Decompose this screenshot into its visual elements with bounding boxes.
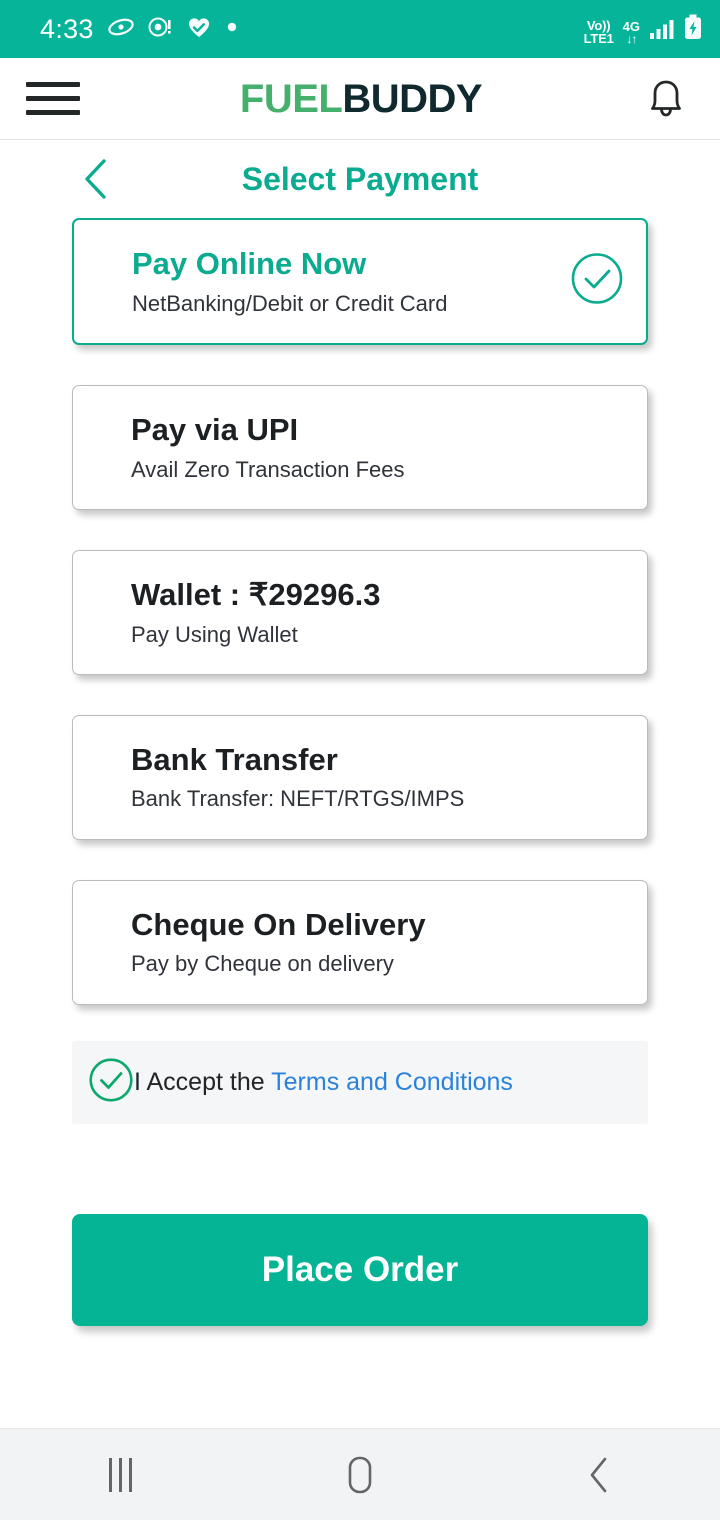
status-clock: 4:33	[40, 13, 94, 44]
network-label: 4G	[622, 18, 640, 34]
volte-top-label: Vo))	[586, 17, 611, 33]
recents-bars	[108, 1457, 132, 1492]
recents-bar	[128, 1457, 132, 1492]
payment-option-cheque-on-delivery[interactable]: Cheque On Delivery Pay by Cheque on deli…	[72, 879, 648, 1005]
status-bar-right: Vo)) LTE1 4G ↓↑	[584, 14, 702, 45]
payment-option-subtitle: Avail Zero Transaction Fees	[131, 456, 405, 482]
hamburger-icon[interactable]	[26, 77, 82, 121]
hamburger-bar	[26, 82, 80, 87]
logo-el: EL	[292, 76, 343, 121]
battery-charging-icon	[684, 14, 702, 45]
terms-accept-label: I Accept the	[134, 1068, 272, 1097]
back-chevron-icon[interactable]	[540, 1429, 660, 1520]
terms-and-conditions-link[interactable]: Terms and Conditions	[271, 1068, 513, 1096]
hamburger-bar	[26, 110, 80, 115]
logo-u-with-drop: U	[264, 77, 293, 119]
chevron-left-icon[interactable]	[72, 155, 120, 203]
payment-option-bank-transfer[interactable]: Bank Transfer Bank Transfer: NEFT/RTGS/I…	[72, 714, 648, 840]
payment-option-wallet[interactable]: Wallet : ₹29296.3 Pay Using Wallet	[72, 549, 648, 675]
recents-bar	[118, 1457, 122, 1492]
logo-buddy: BUDDY	[342, 76, 483, 121]
app-logo: F U EL BUDDY	[239, 76, 483, 121]
circle-check-icon	[570, 252, 624, 311]
home-icon[interactable]	[300, 1429, 420, 1520]
place-order-section: Place Order	[72, 1170, 648, 1326]
network-type-indicator: 4G ↓↑	[623, 20, 640, 45]
eye-icon	[108, 17, 134, 42]
app-header: F U EL BUDDY	[0, 58, 720, 140]
payment-option-title: Pay Online Now	[132, 246, 367, 281]
terms-checkbox-circle-check-icon[interactable]	[88, 1057, 134, 1108]
payment-option-pay-online-now[interactable]: Pay Online Now NetBanking/Debit or Credi…	[72, 218, 648, 345]
payment-option-title: Wallet : ₹29296.3	[131, 576, 381, 612]
payment-option-title: Cheque On Delivery	[131, 906, 426, 942]
bell-icon[interactable]	[640, 73, 692, 125]
logo-f: F	[239, 76, 264, 121]
hamburger-bar	[26, 96, 80, 101]
fuel-drop-icon	[271, 77, 285, 117]
recents-icon[interactable]	[60, 1429, 180, 1520]
payment-methods-list: Pay Online Now NetBanking/Debit or Credi…	[0, 218, 720, 1326]
terms-acceptance-row[interactable]: I Accept the Terms and Conditions	[72, 1040, 648, 1124]
place-order-button[interactable]: Place Order	[72, 1213, 648, 1326]
page-title-row: Select Payment	[0, 140, 720, 218]
terms-text: I Accept the Terms and Conditions	[134, 1067, 513, 1097]
status-bar-left: 4:33	[40, 15, 238, 44]
volte-bottom-label: LTE1	[583, 30, 614, 46]
recents-bar	[108, 1457, 112, 1492]
payment-option-title: Pay via UPI	[131, 411, 299, 447]
heart-health-icon	[186, 15, 212, 44]
payment-option-subtitle: NetBanking/Debit or Credit Card	[132, 290, 448, 316]
payment-option-pay-via-upi[interactable]: Pay via UPI Avail Zero Transaction Fees	[72, 384, 648, 510]
data-arrows-icon: ↓↑	[626, 31, 637, 46]
payment-option-subtitle: Pay Using Wallet	[131, 621, 298, 647]
payment-option-title: Bank Transfer	[131, 741, 338, 777]
payment-option-subtitle: Bank Transfer: NEFT/RTGS/IMPS	[131, 786, 465, 812]
payment-option-subtitle: Pay by Cheque on delivery	[131, 951, 394, 977]
system-nav-bar	[0, 1428, 720, 1520]
dot-icon	[226, 20, 238, 38]
volte-indicator: Vo)) LTE1	[584, 19, 614, 45]
signal-bars-icon	[649, 18, 675, 45]
record-icon	[148, 16, 172, 43]
status-bar: 4:33 Vo)) LTE1 4G ↓↑	[0, 0, 720, 58]
